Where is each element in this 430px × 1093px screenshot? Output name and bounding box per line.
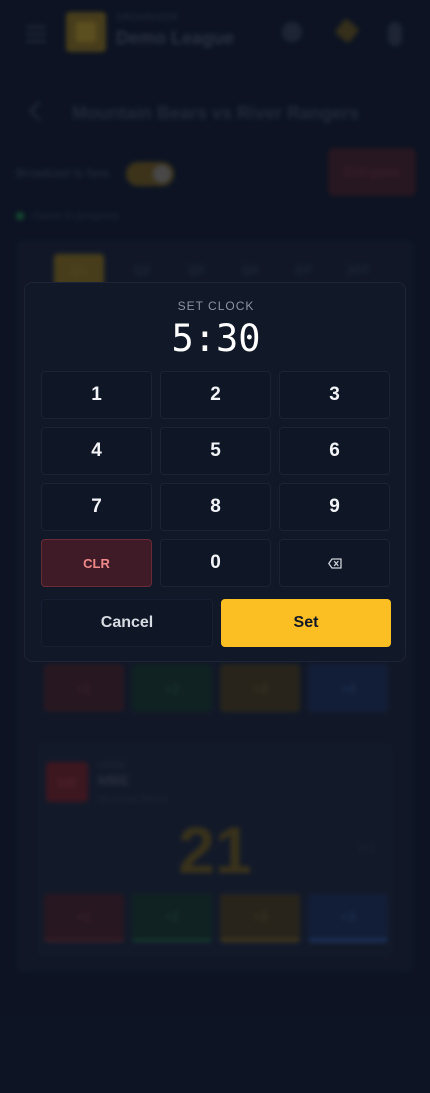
key-1[interactable]: 1 <box>41 371 152 419</box>
backspace-key[interactable] <box>279 539 390 587</box>
key-0[interactable]: 0 <box>160 539 271 587</box>
key-5[interactable]: 5 <box>160 427 271 475</box>
key-6[interactable]: 6 <box>279 427 390 475</box>
keypad: 1 2 3 4 5 6 7 8 9 CLR 0 <box>41 371 391 587</box>
clock-display: 5:30 <box>171 317 261 360</box>
backspace-icon <box>327 557 342 569</box>
key-8[interactable]: 8 <box>160 483 271 531</box>
key-2[interactable]: 2 <box>160 371 271 419</box>
set-clock-modal: SET CLOCK 5:30 1 2 3 4 5 6 7 8 9 CLR 0 C… <box>24 282 406 662</box>
key-9[interactable]: 9 <box>279 483 390 531</box>
key-3[interactable]: 3 <box>279 371 390 419</box>
key-4[interactable]: 4 <box>41 427 152 475</box>
modal-actions: Cancel Set <box>41 599 391 647</box>
cancel-button[interactable]: Cancel <box>41 599 213 647</box>
key-7[interactable]: 7 <box>41 483 152 531</box>
set-button[interactable]: Set <box>221 599 391 647</box>
clear-key[interactable]: CLR <box>41 539 152 587</box>
modal-title: SET CLOCK <box>177 299 255 313</box>
